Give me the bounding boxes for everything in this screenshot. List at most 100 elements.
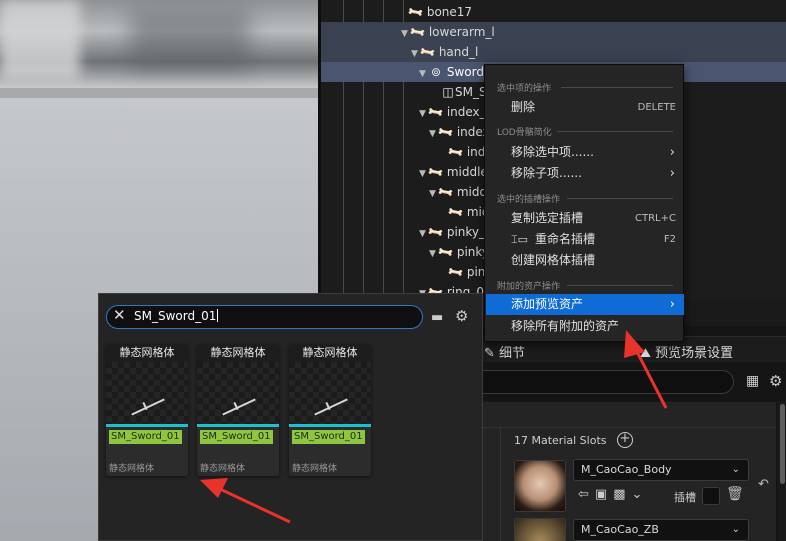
menu-item-delete[interactable]: 删除 DELETE: [486, 97, 684, 118]
gear-icon[interactable]: ⚙: [769, 372, 782, 390]
checker-icon[interactable]: ▩: [613, 487, 625, 502]
tree-row-lowerarm[interactable]: ▼🦴 lowerarm_l: [321, 22, 786, 42]
table-view-icon[interactable]: ▦: [746, 373, 759, 389]
sword-preview: [131, 398, 165, 416]
menu-item-label: 移除所有附加的资产: [511, 319, 620, 333]
chevron-right-icon: ›: [669, 145, 675, 160]
folder-icon[interactable]: ▬: [431, 310, 443, 325]
menu-item-remove-all-attached[interactable]: 移除所有附加的资产: [486, 316, 684, 337]
back-arrow-icon[interactable]: ⇦: [578, 487, 589, 502]
menu-item-copy-socket[interactable]: 复制选定插槽 CTRL+C: [486, 208, 684, 229]
tab-details-label: 细节: [499, 346, 526, 361]
tree-row-bone17[interactable]: 🦴 bone17: [321, 2, 786, 22]
asset-tile-title: 静态网格体: [106, 344, 188, 362]
asset-type-bar: [197, 424, 279, 427]
search-text: SM_Sword_01: [134, 309, 217, 323]
asset-tile-type: 静态网格体: [200, 464, 246, 474]
divider: [500, 428, 501, 541]
tab-preview-scene[interactable]: ⛰ 预览场景设置: [640, 342, 733, 361]
chevron-down-icon[interactable]: ▼: [419, 64, 429, 84]
shortcut-label: CTRL+C: [635, 213, 676, 224]
rename-icon: ⌶▭: [511, 233, 528, 246]
chevron-down-icon[interactable]: ⌄: [632, 487, 643, 502]
clear-search-icon[interactable]: ✕: [113, 306, 126, 324]
asset-tile-name: SM_Sword_01: [292, 430, 365, 444]
menu-section-header: 选中项的操作: [497, 84, 552, 94]
tree-row-label: ind: [466, 145, 486, 159]
menu-section-header: LOD骨骼简化: [497, 128, 552, 138]
scrollbar-thumb[interactable]: [780, 404, 785, 484]
menu-section-header: 附加的资产操作: [497, 282, 561, 292]
material-actions: ⇦ ▣ ▩ ⌄: [578, 487, 648, 502]
reset-icon[interactable]: ↶: [758, 477, 769, 492]
menu-item-label: 删除: [511, 100, 536, 114]
chevron-down-icon: ⌄: [731, 524, 740, 535]
material-select-body[interactable]: M_CaoCao_Body ⌄: [573, 459, 749, 481]
tree-row-label: SM_S: [455, 85, 487, 99]
material-select-value: M_CaoCao_ZB: [581, 523, 659, 536]
tree-row-label: pinky_: [446, 225, 486, 239]
asset-thumbnail: [197, 362, 279, 424]
add-slot-icon[interactable]: +: [617, 432, 633, 448]
menu-item-label: 移除选中项......: [511, 145, 594, 159]
menu-item-create-mesh-socket[interactable]: 创建网格体插槽: [486, 250, 684, 271]
menu-item-label: 添加预览资产: [511, 297, 584, 311]
tree-row-hand[interactable]: ▼🦴 hand_l: [321, 42, 786, 62]
menu-item-label: 移除子项......: [511, 166, 582, 180]
viewport-blur: [0, 0, 80, 80]
details-tab-icon: ✎: [484, 346, 495, 361]
slot-label: 插槽: [674, 491, 696, 504]
tree-row-label: bone17: [426, 5, 473, 19]
menu-item-remove-selected[interactable]: 移除选中项...... ›: [486, 142, 684, 163]
text-caret: [217, 309, 219, 322]
viewport-blur: [130, 10, 250, 70]
divider: [470, 427, 776, 428]
shortcut-label: DELETE: [637, 102, 676, 113]
static-mesh-icon: ◫: [442, 85, 454, 99]
material-select-zb[interactable]: M_CaoCao_ZB ⌄: [573, 519, 749, 541]
asset-tile-name: SM_Sword_01: [109, 430, 182, 444]
tab-preview-scene-label: 预览场景设置: [655, 346, 734, 361]
chevron-right-icon: ›: [669, 166, 675, 181]
chevron-down-icon: ⌄: [731, 464, 740, 475]
slot-checkbox[interactable]: [702, 487, 720, 505]
menu-item-label: 复制选定插槽: [511, 211, 584, 225]
details-search-input[interactable]: [470, 370, 734, 394]
menu-item-remove-children[interactable]: 移除子项...... ›: [486, 163, 684, 184]
asset-tile-title: 静态网格体: [289, 344, 371, 362]
material-thumbnail[interactable]: [514, 460, 566, 512]
viewport-shadow: [0, 88, 318, 98]
asset-tile-name: SM_Sword_01: [200, 430, 273, 444]
tree-row-label: middle: [446, 165, 488, 179]
trash-icon[interactable]: 🗑: [726, 486, 744, 502]
material-select-value: M_CaoCao_Body: [581, 463, 672, 476]
material-thumbnail[interactable]: [514, 518, 566, 541]
divider: [567, 198, 673, 199]
scene-settings-icon: ⛰: [640, 346, 651, 361]
divider: [567, 285, 673, 286]
shortcut-label: F2: [663, 234, 676, 245]
browse-icon[interactable]: ▣: [595, 487, 607, 502]
tab-details[interactable]: ✎ 细节: [484, 342, 525, 361]
socket-icon: ⊚: [430, 65, 442, 79]
asset-tile-type: 静态网格体: [109, 464, 155, 474]
asset-search-value[interactable]: SM_Sword_01: [134, 309, 219, 323]
material-slots-count: 17 Material Slots: [514, 434, 607, 447]
tree-row-label: index_: [446, 105, 486, 119]
asset-type-bar: [106, 424, 188, 427]
asset-type-bar: [289, 424, 371, 427]
menu-item-label: 重命名插槽: [535, 232, 596, 246]
gear-icon[interactable]: ⚙: [455, 307, 468, 325]
asset-tile-title: 静态网格体: [197, 344, 279, 362]
chevron-right-icon: ›: [669, 297, 675, 312]
menu-item-add-preview-asset[interactable]: 添加预览资产 ›: [486, 294, 684, 315]
divider: [561, 87, 673, 88]
asset-tile[interactable]: 静态网格体 SM_Sword_01 静态网格体: [106, 344, 188, 476]
sword-preview: [314, 398, 348, 416]
asset-tile[interactable]: 静态网格体 SM_Sword_01 静态网格体: [289, 344, 371, 476]
menu-item-rename-socket[interactable]: ⌶▭ 重命名插槽 F2: [486, 229, 684, 250]
asset-tile[interactable]: 静态网格体 SM_Sword_01 静态网格体: [197, 344, 279, 476]
tree-row-label: lowerarm_l: [428, 25, 495, 39]
asset-tile-type: 静态网格体: [292, 464, 338, 474]
sword-preview: [222, 398, 256, 416]
